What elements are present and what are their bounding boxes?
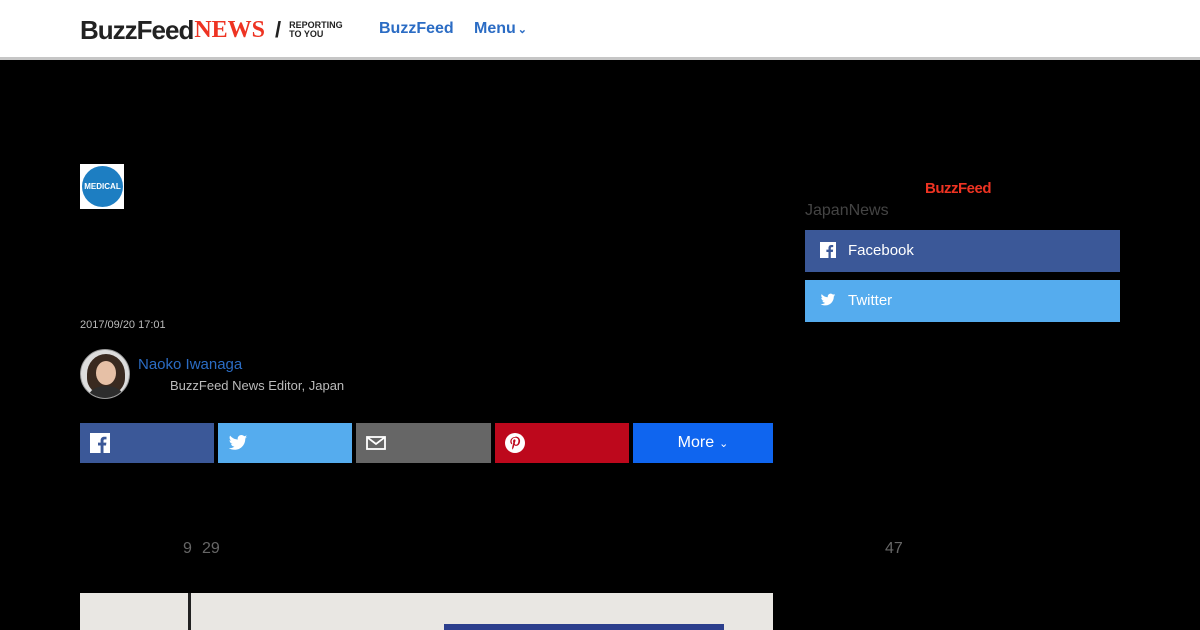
sidebar-twitter-button[interactable]: Twitter [805,280,1120,322]
share-more-button[interactable]: More ⌄ [633,423,773,463]
sidebar-facebook-button[interactable]: Facebook [805,230,1120,272]
buzzfeed-news-logo[interactable]: BuzzFeed NEWS / REPORTING TO YOU [80,14,343,46]
sidebar-label: JapanNews [805,202,889,219]
author-avatar[interactable] [80,349,130,399]
twitter-icon [820,293,836,306]
tagline-line-2: TO YOU [289,29,324,39]
sidebar-facebook-label: Facebook [848,242,914,259]
chevron-down-icon: ⌄ [719,437,729,450]
share-email-button[interactable] [356,423,491,463]
email-icon [366,436,386,450]
author-title: BuzzFeed News Editor, Japan [170,378,345,393]
chevron-down-icon: ⌄ [517,24,527,36]
share-more-label: More [677,434,715,451]
image-detail-post [188,593,191,630]
author-name-link[interactable]: Naoko Iwanaga [138,356,242,373]
facebook-icon [90,433,110,453]
facebook-icon [820,242,836,258]
logo-news-text: NEWS [194,16,266,43]
publish-date: 2017/09/20 17:01 [80,319,166,331]
article-image [80,593,773,630]
twitter-icon [228,435,248,450]
text-fragment-3: 47 [885,540,903,557]
sidebar-twitter-label: Twitter [848,292,893,309]
nav-buzzfeed-link[interactable]: BuzzFeed [379,20,454,38]
avatar-face [96,361,116,385]
pinterest-icon [505,433,525,453]
avatar-body [89,386,123,398]
medical-badge[interactable]: MEDICAL [80,164,124,209]
logo-buzzfeed-text: BuzzFeed [80,14,194,45]
site-header: BuzzFeed NEWS / REPORTING TO YOU BuzzFee… [0,0,1200,60]
share-twitter-button[interactable] [218,423,352,463]
text-fragment-1: 9 [183,540,192,557]
nav-menu-button[interactable]: Menu ⌄ [474,20,527,38]
share-facebook-button[interactable] [80,423,214,463]
sidebar-buzzfeed-logo[interactable]: BuzzFeed [925,180,992,197]
medical-badge-label: MEDICAL [82,166,123,207]
logo-tagline: REPORTING TO YOU [289,21,343,39]
share-pinterest-button[interactable] [495,423,629,463]
logo-slash: / [275,17,282,42]
image-detail-board [444,624,724,630]
nav-menu-label: Menu [474,20,516,37]
text-fragment-2: 29 [202,540,220,557]
